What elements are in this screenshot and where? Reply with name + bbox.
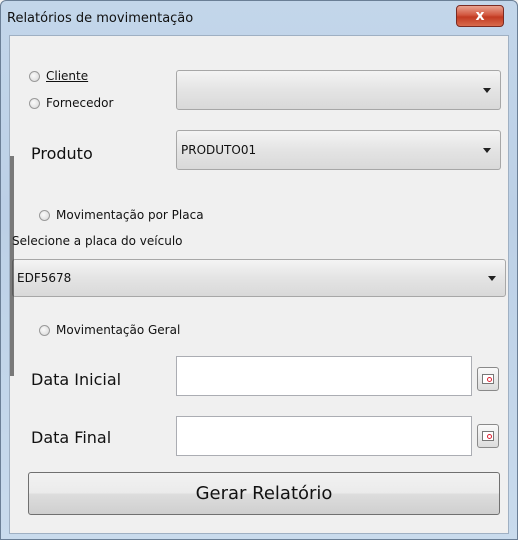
radio-fornecedor[interactable]: Fornecedor — [29, 96, 113, 110]
placa-select-label: Selecione a placa do veículo — [12, 234, 183, 248]
radio-circle[interactable] — [39, 324, 50, 336]
chevron-down-icon[interactable] — [483, 88, 491, 93]
chevron-down-icon[interactable] — [483, 148, 491, 153]
produto-select[interactable]: PRODUTO01 — [176, 130, 501, 170]
radio-geral-label: Movimentação Geral — [56, 323, 181, 337]
radio-placa-label: Movimentação por Placa — [56, 208, 204, 222]
close-button[interactable]: x — [456, 5, 504, 27]
placa-select-value: EDF5678 — [17, 271, 72, 285]
placa-select[interactable]: EDF5678 — [12, 259, 506, 297]
window-title: Relatórios de movimentação — [7, 11, 194, 26]
data-final-calendar-button[interactable] — [477, 424, 499, 448]
entity-select[interactable] — [176, 70, 501, 110]
data-final-label: Data Final — [31, 428, 112, 447]
data-inicial-field[interactable] — [176, 356, 472, 396]
edge-shadow — [10, 156, 14, 376]
window-frame: ​ Relatórios de movimentação x Cliente F… — [0, 0, 518, 540]
calendar-icon — [482, 431, 494, 441]
radio-circle[interactable] — [39, 209, 50, 221]
data-inicial-calendar-button[interactable] — [477, 367, 499, 391]
radio-cliente-label: Cliente — [46, 69, 89, 83]
generate-report-button[interactable]: Gerar Relatório — [28, 472, 500, 515]
data-final-field[interactable] — [176, 416, 472, 456]
close-icon: x — [475, 8, 485, 24]
title-bar[interactable]: ​ Relatórios de movimentação x — [1, 1, 517, 35]
data-inicial-label: Data Inicial — [31, 370, 122, 389]
radio-geral[interactable]: Movimentação Geral — [39, 323, 180, 337]
form-body: Cliente Fornecedor Produto PRODUTO01 Mov… — [9, 35, 509, 534]
radio-cliente[interactable]: Cliente — [29, 69, 88, 83]
calendar-icon — [482, 374, 494, 384]
radio-placa[interactable]: Movimentação por Placa — [39, 208, 204, 222]
produto-select-value: PRODUTO01 — [181, 143, 257, 157]
radio-fornecedor-label: Fornecedor — [46, 96, 114, 110]
chevron-down-icon[interactable] — [488, 276, 496, 281]
produto-label: Produto — [31, 144, 93, 163]
radio-circle[interactable] — [29, 97, 40, 109]
radio-circle[interactable] — [29, 70, 40, 82]
